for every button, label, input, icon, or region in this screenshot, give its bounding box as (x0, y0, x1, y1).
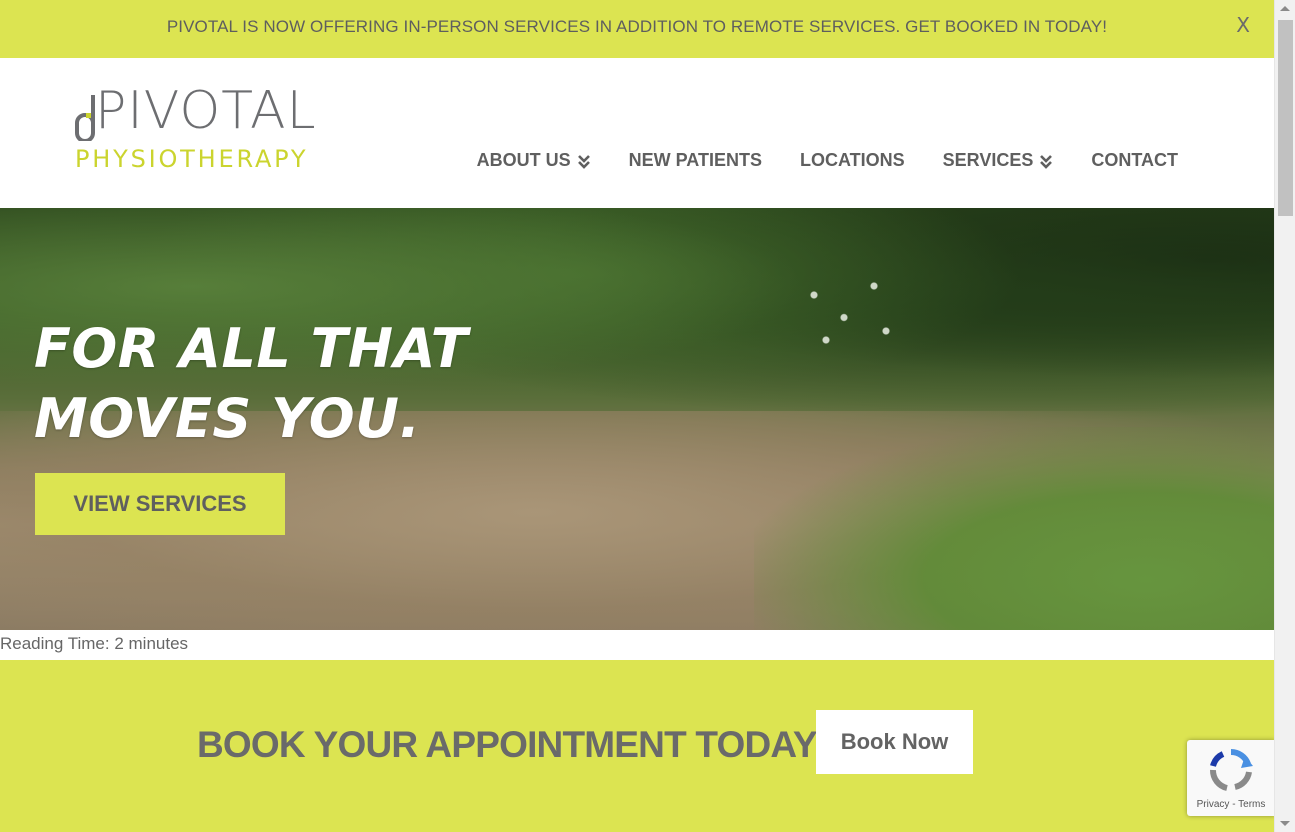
announcement-message: PIVOTAL IS NOW OFFERING IN-PERSON SERVIC… (166, 17, 1108, 36)
hero-grass (754, 427, 1274, 630)
nav-item-label: ABOUT US (476, 150, 571, 170)
hero-headline: FOR ALL THAT MOVES YOU. (34, 314, 468, 454)
double-chevron-down-icon (577, 154, 590, 169)
recaptcha-terms-link[interactable]: Terms (1238, 799, 1265, 810)
nav-item-label: LOCATIONS (799, 150, 905, 170)
scrollbar-thumb[interactable] (1278, 20, 1293, 216)
nav-item-label: NEW PATIENTS (628, 150, 762, 170)
view-services-button[interactable]: VIEW SERVICES (35, 473, 285, 535)
page-scrollbar[interactable] (1274, 0, 1295, 832)
nav-item-services[interactable]: SERVICES (943, 150, 1054, 171)
book-now-button[interactable]: Book Now (816, 710, 973, 774)
reading-time: Reading Time: 2 minutes (0, 634, 189, 653)
logo-subtitle: PHYSIOTHERAPY (75, 145, 309, 173)
booking-section: BOOK YOUR APPOINTMENT TODAY! Book Now (0, 660, 1274, 832)
main-nav: ABOUT US NEW PATIENTS LOCATIONS SERVICES (439, 150, 1178, 171)
hero-headline-line2: MOVES YOU. (34, 387, 421, 450)
announcement-close-button[interactable]: X (1236, 13, 1250, 37)
site-header: PIVOTAL PHYSIOTHERAPY ABOUT US NEW PATIE… (0, 58, 1274, 208)
scroll-down-arrow-icon[interactable] (1280, 821, 1290, 826)
hero-flowers (790, 268, 910, 358)
nav-item-about-us[interactable]: ABOUT US (477, 150, 591, 171)
nav-item-new-patients[interactable]: NEW PATIENTS (629, 150, 762, 171)
nav-item-contact[interactable]: CONTACT (1091, 150, 1178, 171)
logo-mark-icon (75, 95, 95, 141)
recaptcha-badge[interactable]: Privacy - Terms (1187, 740, 1275, 816)
recaptcha-links: Privacy - Terms (1187, 799, 1275, 810)
recaptcha-separator: - (1229, 799, 1239, 810)
hero-headline-line1: FOR ALL THAT (34, 317, 469, 380)
nav-item-label: SERVICES (942, 150, 1034, 170)
double-chevron-down-icon (1040, 154, 1053, 169)
scroll-up-arrow-icon[interactable] (1280, 6, 1290, 11)
nav-item-locations[interactable]: LOCATIONS (800, 150, 905, 171)
booking-title: BOOK YOUR APPOINTMENT TODAY! (197, 724, 829, 765)
nav-item-label: CONTACT (1091, 150, 1178, 170)
site-logo[interactable]: PIVOTAL PHYSIOTHERAPY (75, 85, 335, 177)
logo-name: PIVOTAL (95, 81, 317, 141)
announcement-bar: PIVOTAL IS NOW OFFERING IN-PERSON SERVIC… (0, 0, 1274, 58)
hero-banner: FOR ALL THAT MOVES YOU. VIEW SERVICES (0, 208, 1274, 630)
recaptcha-privacy-link[interactable]: Privacy (1197, 799, 1230, 810)
page: PIVOTAL IS NOW OFFERING IN-PERSON SERVIC… (0, 0, 1274, 832)
recaptcha-icon (1210, 748, 1253, 791)
